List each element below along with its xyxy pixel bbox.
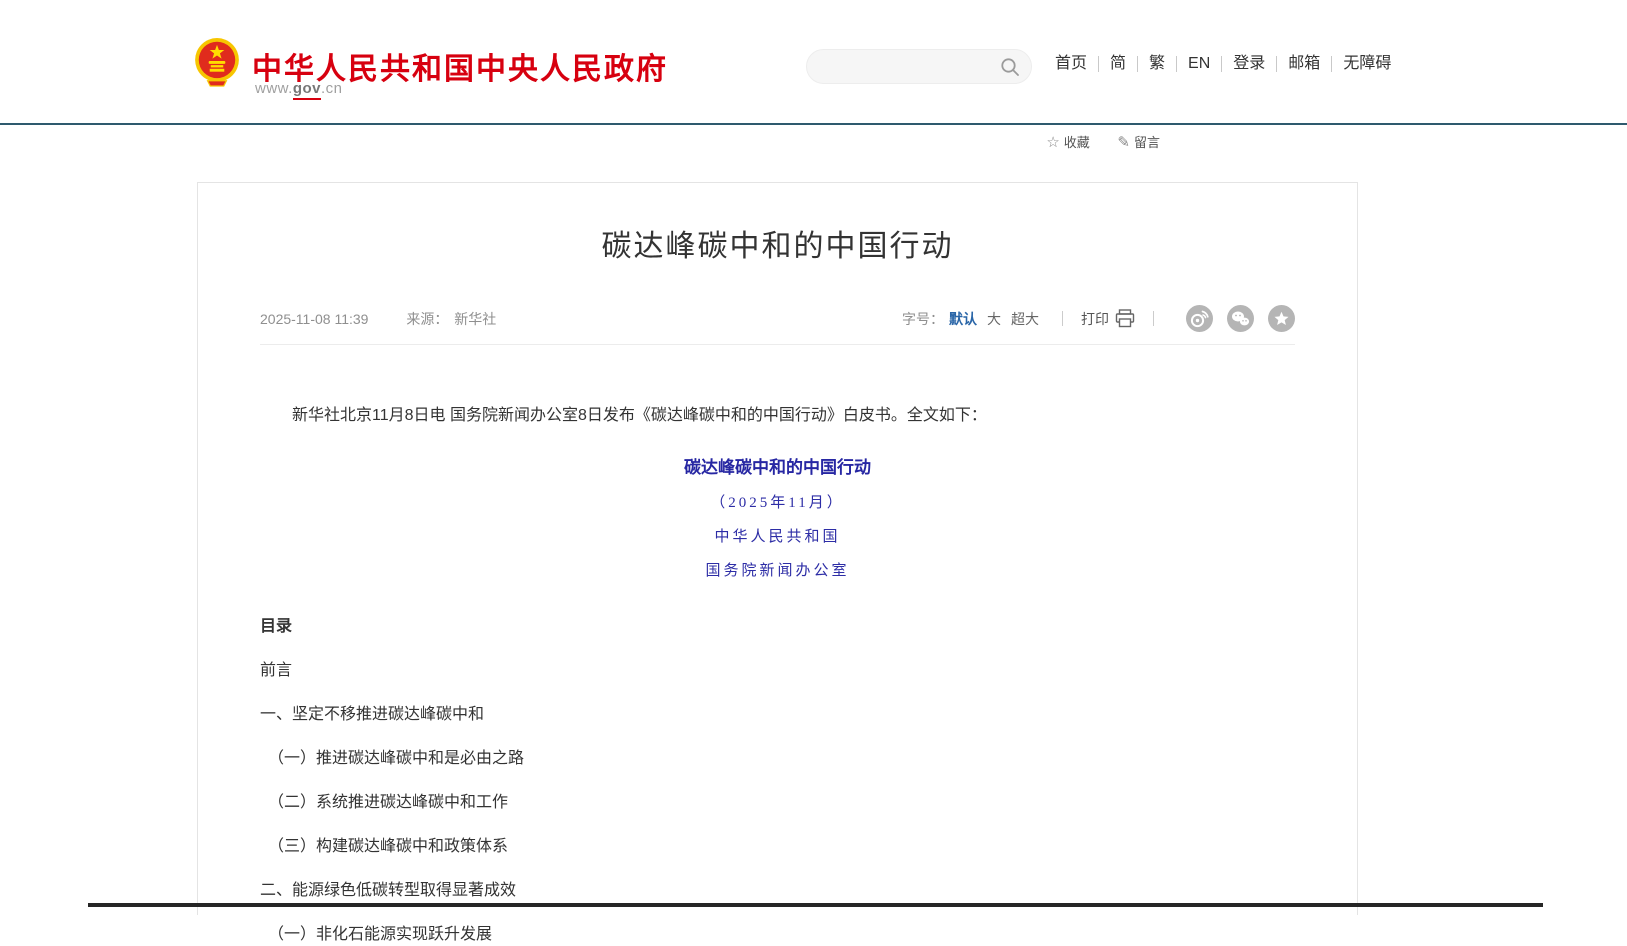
font-size-large[interactable]: 大: [987, 309, 1001, 329]
wechat-share-icon[interactable]: [1227, 305, 1254, 332]
comment-label: 留言: [1134, 135, 1160, 150]
divider: [1153, 311, 1154, 326]
national-emblem-logo[interactable]: [192, 36, 242, 88]
source-name[interactable]: 新华社: [454, 311, 496, 327]
toc-item-section1: 一、坚定不移推进碳达峰碳中和: [260, 704, 1295, 726]
favorite-label: 收藏: [1064, 135, 1090, 150]
site-header: 中华人民共和国中央人民政府 www.gov.cn 首页 简 繁 EN 登录 邮箱…: [0, 0, 1627, 123]
favorite-button[interactable]: ☆ 收藏: [1046, 135, 1089, 150]
article-meta-left: 2025-11-08 11:39 来源： 新华社: [260, 309, 496, 329]
print-label: 打印: [1081, 309, 1109, 329]
toc-item-section2: 二、能源绿色低碳转型取得显著成效: [260, 880, 1295, 902]
page-action-bar: ☆ 收藏 ✎ 留言: [197, 132, 1160, 151]
nav-item-traditional[interactable]: 繁: [1138, 56, 1177, 72]
search-icon[interactable]: [1000, 57, 1020, 77]
nav-item-accessibility[interactable]: 无障碍: [1332, 56, 1402, 72]
nav-item-home[interactable]: 首页: [1044, 56, 1099, 72]
viewport-bottom-edge-line: [88, 903, 1543, 907]
site-url-cn: .cn: [321, 80, 343, 97]
font-size-label: 字号：: [902, 309, 944, 329]
article-title: 碳达峰碳中和的中国行动: [260, 221, 1295, 265]
share-icons: [1172, 305, 1295, 332]
toc-item-section1-2: （二）系统推进碳达峰碳中和工作: [260, 792, 1295, 814]
star-icon: ☆: [1046, 134, 1059, 151]
nav-item-login[interactable]: 登录: [1222, 56, 1277, 72]
printer-icon: [1115, 309, 1135, 328]
source-label: 来源：: [406, 311, 448, 327]
toc-item-section1-1: （一）推进碳达峰碳中和是必由之路: [260, 748, 1295, 770]
nav-item-simplified[interactable]: 简: [1099, 56, 1138, 72]
article-meta-row: 2025-11-08 11:39 来源： 新华社 字号： 默认 大 超大 打印: [260, 305, 1295, 345]
lead-paragraph: 新华社北京11月8日电 国务院新闻办公室8日发布《碳达峰碳中和的中国行动》白皮书…: [260, 405, 1295, 427]
site-url-www: www.: [255, 80, 293, 97]
search-input[interactable]: [823, 50, 993, 83]
nav-item-english[interactable]: EN: [1177, 56, 1222, 72]
document-date-line: （2025年11月）: [260, 491, 1295, 512]
weibo-share-icon[interactable]: [1186, 305, 1213, 332]
font-size-default[interactable]: 默认: [949, 309, 977, 329]
toc-item-section2-1: （一）非化石能源实现跃升发展: [260, 924, 1295, 946]
nav-item-mailbox[interactable]: 邮箱: [1277, 56, 1332, 72]
publish-time: 2025-11-08 11:39: [260, 311, 368, 327]
article-card: 碳达峰碳中和的中国行动 2025-11-08 11:39 来源： 新华社 字号：…: [197, 182, 1358, 915]
header-divider-line: [0, 123, 1627, 125]
comment-button[interactable]: ✎ 留言: [1117, 135, 1160, 150]
document-issuer-line1: 中华人民共和国: [260, 525, 1295, 546]
search-box: [806, 49, 1032, 84]
more-share-icon[interactable]: [1268, 305, 1295, 332]
toc-heading: 目录: [260, 612, 1295, 636]
document-title: 碳达峰碳中和的中国行动: [260, 453, 1295, 478]
document-issuer-line2: 国务院新闻办公室: [260, 559, 1295, 580]
divider: [1062, 311, 1063, 326]
site-url-gov: gov: [293, 80, 321, 100]
print-button[interactable]: 打印: [1081, 309, 1135, 329]
pencil-icon: ✎: [1117, 134, 1130, 151]
toc-item-preface: 前言: [260, 660, 1295, 682]
toc-item-section1-3: （三）构建碳达峰碳中和政策体系: [260, 836, 1295, 858]
font-size-xlarge[interactable]: 超大: [1011, 309, 1039, 329]
site-url: www.gov.cn: [255, 80, 343, 97]
article-meta-right: 字号： 默认 大 超大 打印: [902, 305, 1295, 332]
header-nav: 首页 简 繁 EN 登录 邮箱 无障碍: [1044, 56, 1402, 72]
